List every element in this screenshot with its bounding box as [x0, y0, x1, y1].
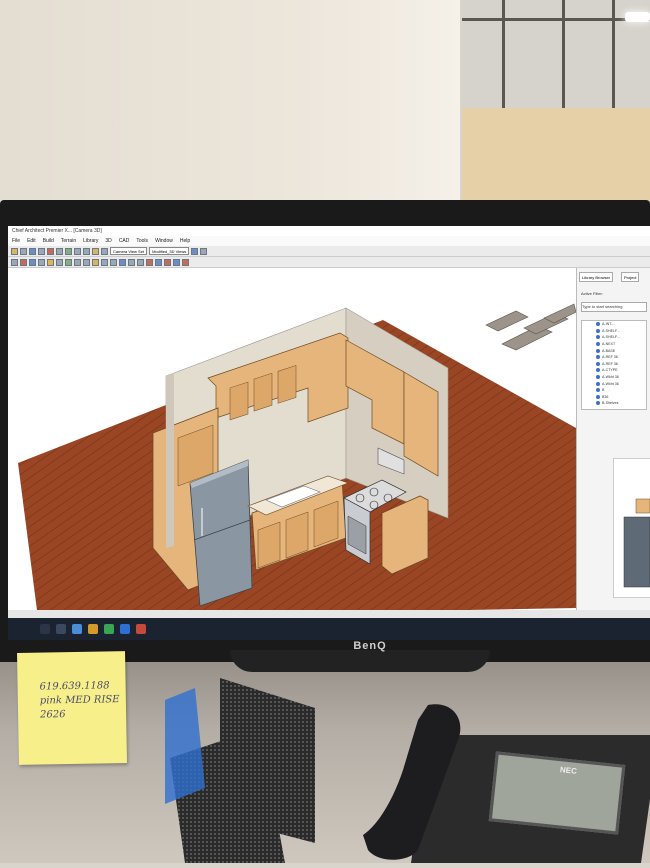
active-filter-label: Active Filter:	[581, 291, 604, 296]
outlook-icon[interactable]	[120, 624, 130, 634]
house-icon[interactable]	[146, 258, 153, 266]
kitchen-render	[18, 303, 577, 618]
stair-tool-icon[interactable]	[56, 258, 63, 266]
wall-tool-icon[interactable]	[11, 258, 18, 266]
3d-view-canvas[interactable]	[8, 268, 577, 618]
tab-project[interactable]: Project	[621, 272, 640, 282]
sticky-line: 619.639.1188	[39, 680, 110, 693]
window-title: Chief Architect Premier X... [Camera 3D]	[8, 226, 650, 236]
menu-cad[interactable]: CAD	[119, 236, 130, 246]
house-icon-4[interactable]	[173, 258, 180, 266]
browser-icon[interactable]	[72, 624, 82, 634]
layer-select[interactable]: Modified_3D Views	[149, 247, 190, 255]
phone-handset	[358, 700, 468, 863]
grid-icon[interactable]	[200, 247, 208, 255]
roof-tool-icon[interactable]	[65, 258, 72, 266]
select-icon[interactable]	[65, 247, 72, 255]
list-item[interactable]: A-SHELF...	[582, 334, 646, 341]
dimension-tool-icon[interactable]	[92, 258, 99, 266]
cabinet-tool-icon[interactable]	[38, 258, 45, 266]
toolbar-build	[8, 257, 650, 268]
list-item[interactable]: A-NEXT	[582, 341, 646, 348]
ceiling-light	[625, 12, 650, 22]
search-icon[interactable]	[40, 624, 50, 634]
library-list: A-INT-... A-SHELF... A-SHELF... A-NEXT A…	[581, 320, 647, 410]
list-item[interactable]: A-REF 36	[582, 361, 646, 368]
library-search-input[interactable]: Type to start searching	[581, 302, 647, 312]
house-icon-5[interactable]	[182, 258, 189, 266]
menu-edit[interactable]: Edit	[27, 236, 36, 246]
pan-icon[interactable]	[83, 247, 90, 255]
library-preview	[613, 458, 650, 598]
list-item[interactable]: A-REF 36	[582, 354, 646, 361]
elevation-icon[interactable]	[119, 258, 126, 266]
menu-bar: File Edit Build Terrain Library 3D CAD T…	[8, 236, 650, 246]
toolbar-top: Camera View Set Modified_3D Views	[8, 246, 650, 257]
excel-icon[interactable]	[104, 624, 114, 634]
sticky-line: pink MED RISE	[39, 694, 120, 707]
list-item[interactable]: A-INT-...	[582, 321, 646, 328]
window-tool-icon[interactable]	[29, 258, 36, 266]
list-item[interactable]: B36	[582, 394, 646, 401]
save-icon[interactable]	[29, 247, 36, 255]
list-item[interactable]: B	[582, 387, 646, 394]
list-item[interactable]: A-Wkht 36	[582, 380, 646, 387]
print-icon[interactable]	[38, 247, 45, 255]
house-icon-3[interactable]	[164, 258, 171, 266]
text-tool-icon[interactable]	[83, 258, 90, 266]
task-view-icon[interactable]	[56, 624, 66, 634]
sticky-line: 2626	[40, 709, 66, 721]
fill-icon[interactable]	[92, 247, 99, 255]
cad-tool-icon[interactable]	[101, 258, 108, 266]
menu-tools[interactable]: Tools	[136, 236, 148, 246]
open-icon[interactable]	[20, 247, 27, 255]
menu-terrain[interactable]: Terrain	[61, 236, 76, 246]
office-pillar	[300, 0, 460, 215]
folder-icon[interactable]	[88, 624, 98, 634]
library-browser-panel: Library Browser Project Active Filter: T…	[576, 268, 650, 610]
camera-select[interactable]: Camera View Set	[110, 247, 148, 255]
layer-icon[interactable]	[101, 247, 108, 255]
redo-icon[interactable]	[56, 247, 63, 255]
house-icon-2[interactable]	[155, 258, 162, 266]
zoom-icon[interactable]	[74, 247, 81, 255]
mesh-organizer	[145, 668, 325, 863]
menu-3d[interactable]: 3D	[105, 236, 111, 246]
status-bar	[8, 610, 650, 618]
camera-tool-icon[interactable]	[110, 258, 117, 266]
list-item[interactable]: A-Wkht 36	[582, 374, 646, 381]
list-item[interactable]: A-SHELF...	[582, 328, 646, 335]
list-item[interactable]: A-BASE	[582, 347, 646, 354]
room-tool-icon[interactable]	[47, 258, 54, 266]
framing-tool-icon[interactable]	[74, 258, 81, 266]
tab-library-browser[interactable]: Library Browser	[579, 272, 614, 282]
office-window	[462, 0, 650, 110]
menu-help[interactable]: Help	[180, 236, 190, 246]
phone-display	[488, 751, 626, 835]
chief-architect-icon[interactable]	[136, 624, 146, 634]
phone-brand: NEC	[559, 765, 578, 776]
door-tool-icon[interactable]	[20, 258, 27, 266]
office-wall-left	[0, 0, 330, 215]
shelf-boards	[485, 303, 577, 351]
menu-window[interactable]: Window	[155, 236, 173, 246]
menu-file[interactable]: File	[12, 236, 20, 246]
monitor-screen: Chief Architect Premier X... [Camera 3D]…	[8, 226, 650, 640]
undo-icon[interactable]	[47, 247, 54, 255]
list-item[interactable]: A-CTYPE	[582, 367, 646, 374]
menu-library[interactable]: Library	[83, 236, 98, 246]
section-icon[interactable]	[128, 258, 135, 266]
menu-build[interactable]: Build	[43, 236, 54, 246]
monitor-brand: BenQ	[353, 640, 387, 652]
taskbar	[8, 618, 650, 640]
sticky-note: 619.639.1188 pink MED RISE 2626	[17, 651, 127, 765]
new-icon[interactable]	[11, 247, 18, 255]
list-item[interactable]: B-Shelves	[582, 400, 646, 407]
material-icon[interactable]	[137, 258, 144, 266]
help-icon[interactable]	[191, 247, 199, 255]
